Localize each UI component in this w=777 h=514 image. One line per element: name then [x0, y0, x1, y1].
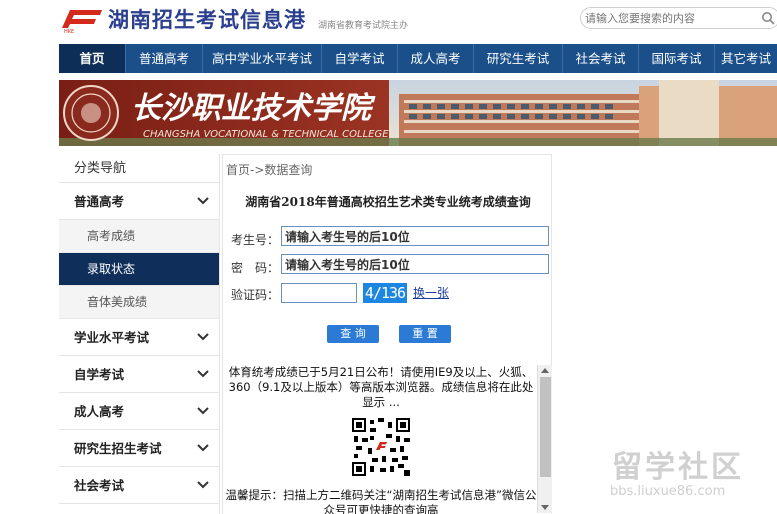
sidebar-item-gaokao-score[interactable]: 高考成绩 — [59, 220, 219, 253]
nav-item-qita[interactable]: 其它考试 — [715, 44, 777, 73]
chevron-down-icon — [197, 407, 209, 415]
nav-item-guoji[interactable]: 国际考试 — [639, 44, 715, 73]
site-subtitle: 湖南省教育考试院主办 — [318, 21, 409, 31]
banner-school-name: 长沙职业技术学院 — [131, 91, 376, 126]
scroll-down-icon[interactable] — [541, 505, 549, 510]
form-title: 湖南省2018年普通高校招生艺术类专业统考成绩查询 — [245, 195, 531, 209]
chevron-down-icon — [197, 444, 209, 452]
chevron-down-icon — [197, 481, 209, 489]
captcha-input[interactable] — [281, 283, 357, 303]
sidebar: 分类导航 普通高考 高考成绩 录取状态 音体美成绩 学业水平考试 自学考试 成人… — [59, 154, 220, 514]
site-header: HKE 湖南招生考试信息港 湖南省教育考试院主办 — [0, 0, 777, 40]
scroll-thumb[interactable] — [540, 377, 551, 477]
captcha-label: 验证码： — [231, 288, 280, 302]
chevron-down-icon — [197, 333, 209, 341]
nav-item-zikao[interactable]: 自学考试 — [322, 44, 398, 73]
search-box — [580, 7, 777, 29]
wechat-tip-text: 温馨提示：扫描上方二维码关注“湖南招生考试信息港”微信公众号可更快捷的查询高 — [225, 488, 537, 514]
nav-item-gaokao[interactable]: 普通高考 — [126, 44, 203, 73]
wechat-qr-code — [352, 418, 410, 476]
sidebar-group-label: 学业水平考试 — [74, 330, 150, 345]
sidebar-group-chengkao[interactable]: 成人高考 — [59, 393, 219, 430]
banner-school-name-en: CHANGSHA VOCATIONAL & TECHNICAL COLLEGE — [143, 129, 389, 140]
sidebar-group-label: 自学考试 — [74, 367, 125, 382]
nav-item-shehui[interactable]: 社会考试 — [563, 44, 639, 73]
exam-no-input[interactable] — [281, 226, 549, 246]
password-label: 密 码： — [231, 261, 280, 275]
watermark: 留学社区 bbs.liuxue86.com — [600, 440, 777, 514]
watermark-text: 留学社区 — [612, 450, 744, 485]
sidebar-group-label: 普通高考 — [74, 194, 125, 209]
notice-text: 体育统考成绩已于5月21日公布！请使用IE9及以上、火狐、360（9.1及以上版… — [228, 365, 534, 409]
sidebar-group-shehui[interactable]: 社会考试 — [59, 467, 219, 504]
nav-item-chengkao[interactable]: 成人高考 — [398, 44, 474, 73]
site-title[interactable]: 湖南招生考试信息港 — [108, 4, 306, 34]
password-input[interactable] — [281, 254, 549, 274]
main-nav: 首页 普通高考 高中学业水平考试 自学考试 成人高考 研究生考试 社会考试 国际… — [59, 44, 777, 73]
sidebar-group-label: 成人高考 — [74, 404, 125, 419]
sidebar-item-admission-status[interactable]: 录取状态 — [59, 253, 219, 286]
captcha-image[interactable]: 4/136 — [363, 283, 407, 303]
sidebar-group-label: 研究生招生考试 — [74, 441, 162, 456]
svg-text:HKE: HKE — [64, 29, 74, 34]
sidebar-group-gaokao[interactable]: 普通高考 — [59, 183, 219, 220]
banner-image: 长沙职业技术学院 CHANGSHA VOCATIONAL & TECHNICAL… — [59, 80, 777, 146]
chevron-down-icon — [197, 197, 209, 205]
result-area: 体育统考成绩已于5月21日公布！请使用IE9及以上、火狐、360（9.1及以上版… — [225, 363, 537, 514]
sidebar-item-art-sports-score[interactable]: 音体美成绩 — [59, 286, 219, 319]
chevron-down-icon — [197, 370, 209, 378]
watermark-url: bbs.liuxue86.com — [610, 484, 726, 499]
sidebar-group-xueye[interactable]: 学业水平考试 — [59, 319, 219, 356]
hnzk-logo-icon[interactable]: HKE — [60, 6, 104, 34]
result-scrollbar[interactable] — [537, 365, 552, 513]
sidebar-group-yanjiusheng[interactable]: 研究生招生考试 — [59, 430, 219, 467]
query-panel: 首页->数据查询 湖南省2018年普通高校招生艺术类专业统考成绩查询 考生号： … — [222, 154, 552, 514]
nav-item-xueye[interactable]: 高中学业水平考试 — [203, 44, 322, 73]
breadcrumb[interactable]: 首页->数据查询 — [226, 161, 312, 178]
banner[interactable]: 长沙职业技术学院 CHANGSHA VOCATIONAL & TECHNICAL… — [59, 80, 777, 146]
sidebar-group-label: 社会考试 — [74, 478, 125, 493]
refresh-captcha-link[interactable]: 换一张 — [413, 284, 449, 301]
search-icon[interactable] — [761, 11, 775, 25]
search-input[interactable] — [585, 9, 755, 27]
query-button[interactable]: 查 询 — [327, 325, 379, 343]
reset-button[interactable]: 重 置 — [399, 325, 451, 343]
nav-item-home[interactable]: 首页 — [59, 44, 126, 73]
sidebar-group-zikao[interactable]: 自学考试 — [59, 356, 219, 393]
nav-item-yanjiusheng[interactable]: 研究生考试 — [474, 44, 563, 73]
exam-no-label: 考生号： — [231, 233, 280, 247]
sidebar-title: 分类导航 — [59, 154, 219, 183]
scroll-up-icon[interactable] — [541, 368, 549, 373]
